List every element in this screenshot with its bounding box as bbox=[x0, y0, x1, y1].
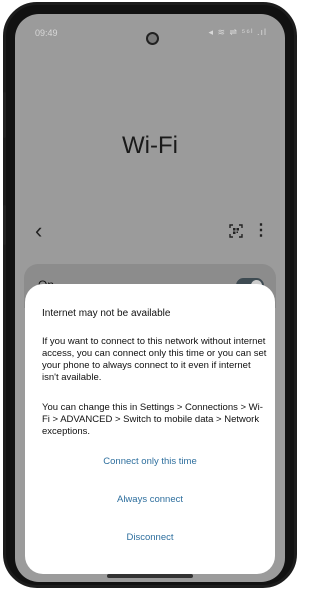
toolbar: ‹ ⋮ bbox=[15, 220, 285, 248]
connect-only-this-time-button[interactable]: Connect only this time bbox=[25, 456, 275, 467]
dialog-hint: You can change this in Settings > Connec… bbox=[42, 402, 263, 437]
power-button bbox=[3, 205, 6, 245]
home-indicator bbox=[107, 574, 193, 578]
qr-scan-icon[interactable] bbox=[229, 224, 243, 238]
dialog-title: Internet may not be available bbox=[42, 308, 171, 319]
page-title: Wi-Fi bbox=[122, 132, 178, 159]
status-time: 09:49 bbox=[35, 28, 58, 38]
screen: 09:49 ◂ ≋ ⇌ ⁵⁶ᴵ .ıl Wi-Fi ‹ ⋮ On Interne… bbox=[15, 14, 285, 582]
more-options-icon[interactable]: ⋮ bbox=[253, 220, 269, 240]
status-icons: ◂ ≋ ⇌ ⁵⁶ᴵ .ıl bbox=[208, 27, 267, 37]
always-connect-button[interactable]: Always connect bbox=[25, 494, 275, 505]
volume-button bbox=[3, 92, 6, 138]
internet-warning-dialog: Internet may not be available If you wan… bbox=[25, 284, 275, 574]
back-icon[interactable]: ‹ bbox=[35, 220, 42, 242]
front-camera bbox=[146, 32, 159, 45]
disconnect-button[interactable]: Disconnect bbox=[25, 532, 275, 543]
dialog-message: If you want to connect to this network w… bbox=[42, 336, 267, 383]
